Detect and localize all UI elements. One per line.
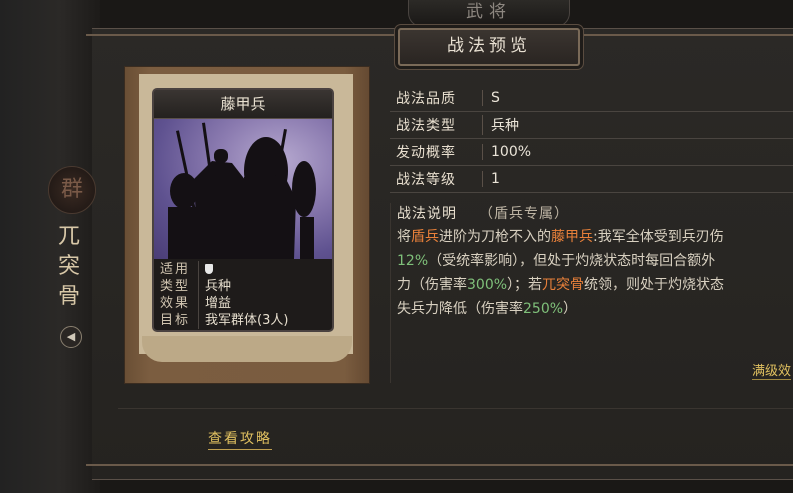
general-name: 兀突骨 (57, 224, 80, 309)
description-segment: 统领，则处于灼烧状态 (584, 277, 725, 293)
shield-icon (205, 264, 213, 274)
card-row-value (198, 261, 326, 278)
skill-card-title: 藤甲兵 (154, 90, 332, 119)
stat-value: 1 (482, 171, 793, 187)
view-guide-link[interactable]: 查看攻略 (208, 428, 272, 450)
skill-stats: 战法品质 S 战法类型 兵种 发动概率 100% 战法等级 1 (390, 85, 793, 193)
description-segment: :我军全体受到兵刃伤 (593, 229, 724, 245)
tab-generals[interactable]: 武将 (408, 0, 570, 27)
card-row-key: 效果 (160, 296, 191, 311)
description-segment: （受统率影响），但处于灼烧状态时每回合额外 (428, 253, 716, 269)
panel-title: 战法预览 (398, 28, 580, 66)
description-segment: 进阶为刀枪不入的 (439, 229, 551, 245)
description-segment: 力（伤害率 (397, 277, 467, 293)
description-header: 战法说明 （盾兵专属） (391, 203, 793, 225)
description-segment: 兀突骨 (542, 277, 585, 293)
stat-key: 发动概率 (396, 145, 456, 161)
description-segment: 300% (467, 277, 508, 293)
stat-key: 战法等级 (396, 172, 456, 188)
description-segment: 盾兵 (411, 229, 439, 245)
description-line: 力（伤害率300%）；若兀突骨统领，则处于灼烧状态 (397, 273, 793, 297)
card-row-value: 兵种 (198, 278, 326, 295)
skill-card: 藤甲兵 适用 类型 兵种 效果 增益 目标 我军群体(3人) (152, 88, 334, 332)
stat-key: 战法品质 (396, 91, 456, 107)
skill-card-info: 适用 类型 兵种 效果 增益 目标 我军群体(3人) (154, 259, 332, 330)
card-row-key: 适用 (160, 262, 191, 277)
description-note: （盾兵专属） (479, 206, 569, 222)
panel-bottom-trim (86, 464, 793, 466)
left-background (0, 0, 100, 493)
description-line: 失兵力降低（伤害率250%） (397, 297, 793, 321)
scroll-bottom (142, 336, 352, 362)
stat-trigger-rate: 发动概率 100% (390, 139, 793, 166)
description-segment: 250% (523, 301, 564, 317)
faction-emblem: 群 (48, 166, 96, 214)
stat-level: 战法等级 1 (390, 166, 793, 193)
card-row-type: 类型 兵种 (160, 278, 326, 295)
card-row-key: 类型 (160, 279, 191, 294)
description-body: 将盾兵进阶为刀枪不入的藤甲兵:我军全体受到兵刃伤 12%（受统率影响），但处于灼烧… (391, 225, 793, 321)
description-segment: 藤甲兵 (551, 229, 593, 245)
stat-value: S (482, 90, 793, 106)
card-row-value: 我军群体(3人) (198, 312, 326, 329)
stat-type: 战法类型 兵种 (390, 112, 793, 139)
description-segment: 失兵力降低（伤害率 (397, 301, 523, 317)
description-line: 12%（受统率影响），但处于灼烧状态时每回合额外 (397, 249, 793, 273)
description-segment: 将 (397, 229, 411, 245)
card-row-target: 目标 我军群体(3人) (160, 312, 326, 329)
card-row-effect: 效果 增益 (160, 295, 326, 312)
description-segment: 12% (397, 253, 429, 269)
skill-card-art (154, 119, 332, 259)
card-row-applies: 适用 (160, 261, 326, 278)
description-line: 将盾兵进阶为刀枪不入的藤甲兵:我军全体受到兵刃伤 (397, 225, 793, 249)
card-row-key: 目标 (160, 313, 191, 328)
skill-description: 战法说明 （盾兵专属） 将盾兵进阶为刀枪不入的藤甲兵:我军全体受到兵刃伤 12%（受… (390, 203, 793, 383)
full-level-effect-link[interactable]: 满级效 (752, 360, 792, 380)
description-label: 战法说明 (397, 206, 457, 222)
stat-quality: 战法品质 S (390, 85, 793, 112)
divider (118, 408, 793, 409)
rattan-soldiers-illustration (168, 122, 316, 259)
speaker-icon[interactable]: ◀ (60, 326, 82, 348)
card-row-value: 增益 (198, 295, 326, 312)
stat-value: 兵种 (482, 115, 793, 135)
stat-key: 战法类型 (396, 118, 456, 134)
description-segment: ） (563, 301, 578, 317)
description-segment: ）；若 (507, 277, 543, 293)
stat-value: 100% (482, 144, 793, 160)
